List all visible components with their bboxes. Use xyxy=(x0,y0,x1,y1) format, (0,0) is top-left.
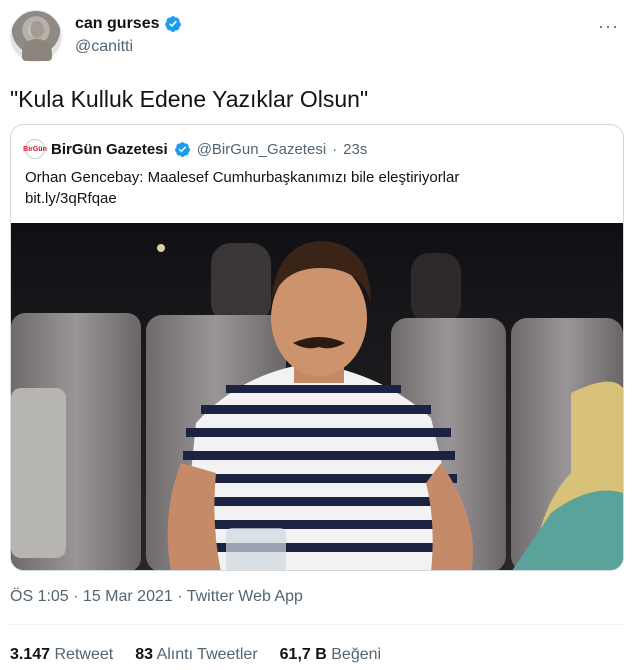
tweet-text: "Kula Kulluk Edene Yazıklar Olsun" xyxy=(10,86,369,112)
tweet-stats: 3.147 Retweet 83 Alıntı Tweetler 61,7 B … xyxy=(10,646,381,664)
author-name-row: can gurses xyxy=(75,15,182,33)
more-options-icon[interactable]: ··· xyxy=(598,16,619,37)
verified-badge-icon xyxy=(165,16,182,32)
retweets-label: Retweet xyxy=(54,646,114,663)
quoted-separator: · xyxy=(332,140,338,158)
quoted-tweet-text: Orhan Gencebay: Maalesef Cumhurbaşkanımı… xyxy=(25,167,615,209)
tweet-timestamp[interactable]: ÖS 1:05 · 15 Mar 2021 · Twitter Web App xyxy=(10,588,303,606)
tweet-header: can gurses @canitti ··· xyxy=(10,10,625,65)
avatar-head xyxy=(30,21,44,38)
quotes-count: 83 xyxy=(135,646,153,663)
likes-stat[interactable]: 61,7 B Beğeni xyxy=(280,646,381,664)
quoted-text-body: Orhan Gencebay: Maalesef Cumhurbaşkanımı… xyxy=(25,169,460,186)
quotes-label: Alıntı Tweetler xyxy=(156,646,258,663)
quotes-stat[interactable]: 83 Alıntı Tweetler xyxy=(135,646,257,664)
likes-count: 61,7 B xyxy=(279,646,327,663)
quoted-photo[interactable] xyxy=(11,223,623,570)
author-handle[interactable]: @canitti xyxy=(75,38,133,56)
quoted-verified-badge-icon xyxy=(174,141,190,157)
quoted-tweet-header: BirGün BirGün Gazetesi @BirGun_Gazetesi … xyxy=(23,139,368,159)
retweets-count: 3.147 xyxy=(10,646,51,663)
quoted-time: 23s xyxy=(343,140,368,158)
likes-label: Beğeni xyxy=(331,646,382,663)
quoted-display-name: BirGün Gazetesi xyxy=(51,140,168,158)
photo-illustration xyxy=(11,223,623,570)
avatar-body xyxy=(22,39,52,61)
avatar[interactable] xyxy=(10,10,62,62)
quoted-avatar: BirGün xyxy=(23,139,47,159)
retweets-stat[interactable]: 3.147 Retweet xyxy=(10,646,113,664)
author-display-name[interactable]: can gurses xyxy=(75,15,159,33)
quoted-tweet[interactable]: BirGün BirGün Gazetesi @BirGun_Gazetesi … xyxy=(10,124,624,571)
quoted-handle: @BirGun_Gazetesi xyxy=(196,140,327,158)
divider xyxy=(10,624,624,625)
quoted-link[interactable]: bit.ly/3qRfqae xyxy=(25,188,615,209)
